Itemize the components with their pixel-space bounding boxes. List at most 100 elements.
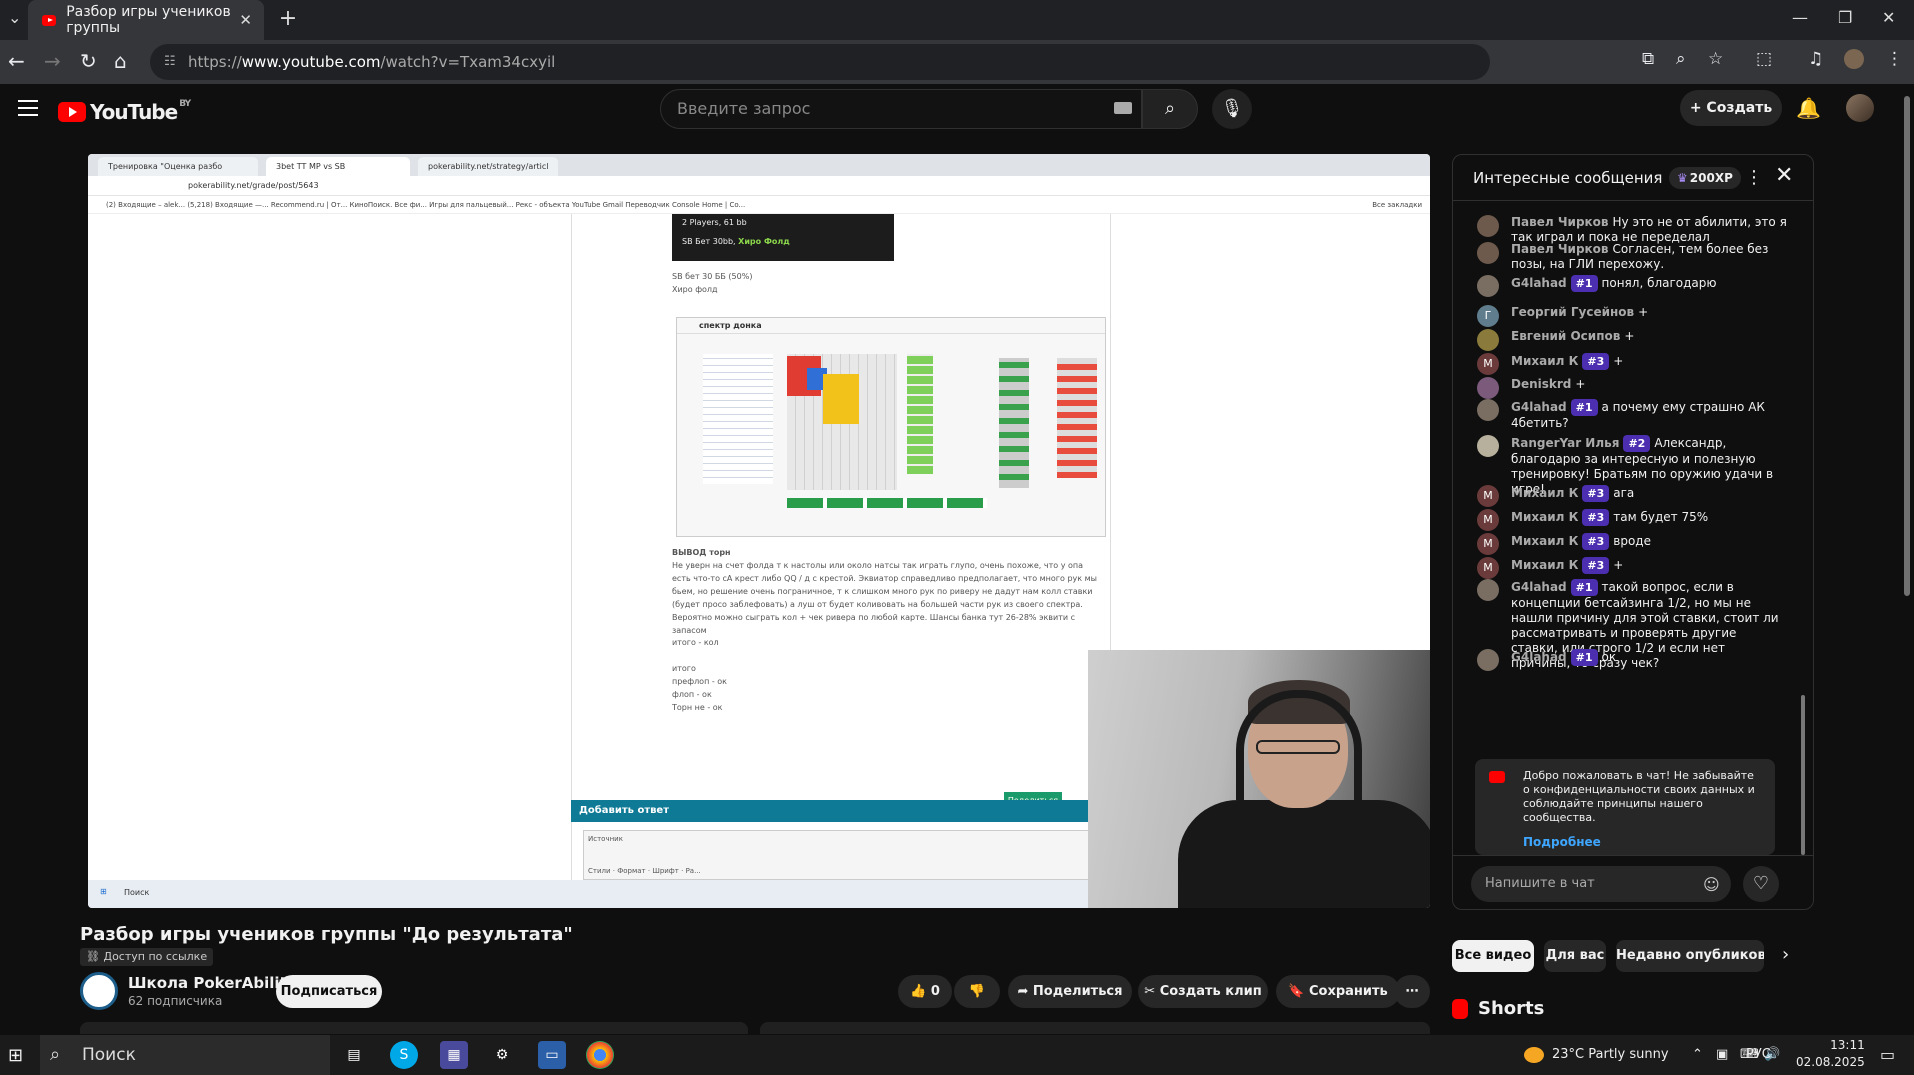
guide-menu-icon[interactable]: [18, 100, 38, 116]
chat-message[interactable]: G4lahad #1 а почему ему страшно АК 4бетить…: [1477, 399, 1787, 431]
chat-author-avatar[interactable]: [1477, 435, 1499, 457]
chat-message[interactable]: М Михаил К #3 ага: [1477, 485, 1787, 507]
chat-message[interactable]: G4lahad #1 ок: [1477, 649, 1787, 671]
chat-author-avatar[interactable]: М: [1477, 557, 1499, 579]
more-actions-button[interactable]: ⋯: [1394, 975, 1430, 1008]
windows-start-icon[interactable]: ⊞: [8, 1045, 23, 1066]
channel-avatar[interactable]: [80, 972, 118, 1010]
chat-menu-icon[interactable]: ⋮: [1745, 167, 1763, 188]
chat-author-avatar[interactable]: [1477, 215, 1499, 237]
notifications-bell-icon[interactable]: 🔔: [1796, 96, 1821, 120]
search-button[interactable]: ⌕: [1142, 89, 1198, 129]
chat-message[interactable]: М Михаил К #3 там будет 75%: [1477, 509, 1787, 531]
chat-author-avatar[interactable]: [1477, 242, 1499, 264]
filter-chip-for-you[interactable]: Для вас: [1544, 940, 1606, 972]
skype-icon[interactable]: S: [390, 1041, 418, 1069]
media-control-icon[interactable]: ♫: [1808, 49, 1823, 69]
chat-mode-dropdown[interactable]: Интересные сообщения ⌄: [1473, 169, 1680, 187]
close-tab-icon[interactable]: ✕: [239, 11, 252, 29]
chat-message[interactable]: М Михаил К #3 +: [1477, 353, 1787, 375]
chat-author-avatar[interactable]: М: [1477, 509, 1499, 531]
emoji-icon[interactable]: ☺: [1703, 875, 1720, 894]
language-indicator[interactable]: РУС: [1746, 1047, 1771, 1062]
youtube-logo[interactable]: YouTube BY: [58, 99, 191, 124]
remote-desktop-icon[interactable]: ▭: [538, 1041, 566, 1069]
chrome-icon[interactable]: [586, 1041, 614, 1069]
chat-scrollbar[interactable]: [1801, 695, 1805, 855]
share-button[interactable]: ➦ Поделиться: [1008, 975, 1132, 1008]
home-icon[interactable]: ⌂: [114, 49, 127, 73]
close-window-icon[interactable]: ✕: [1882, 8, 1895, 27]
notification-center-icon[interactable]: ▭: [1880, 1045, 1895, 1064]
chat-message[interactable]: G4lahad #1 понял, благодарю: [1477, 275, 1787, 297]
dislike-button[interactable]: 👎: [954, 975, 1000, 1008]
chat-input[interactable]: Напишите в чат: [1471, 866, 1731, 902]
tab-search-chevron-icon[interactable]: ⌄: [8, 8, 21, 27]
learn-more-link[interactable]: Подробнее: [1523, 835, 1763, 849]
chat-author-name[interactable]: RangerYar Илья: [1511, 436, 1619, 450]
chat-author-name[interactable]: G4lahad: [1511, 580, 1567, 594]
channel-name[interactable]: Школа PokerAbility: [128, 974, 297, 992]
create-clip-button[interactable]: ✂ Создать клип: [1138, 975, 1268, 1008]
chat-message[interactable]: Г Георгий Гусейнов +: [1477, 305, 1787, 327]
chat-message[interactable]: Deniskrd +: [1477, 377, 1787, 399]
chat-author-name[interactable]: Евгений Осипов: [1511, 329, 1620, 343]
weather-icon[interactable]: [1524, 1047, 1544, 1063]
zoom-icon[interactable]: ⌕: [1676, 49, 1686, 69]
chat-message[interactable]: Павел Чирков Ну это не от абилити, это я …: [1477, 215, 1787, 245]
profile-avatar[interactable]: [1844, 49, 1864, 69]
minimize-window-icon[interactable]: —: [1792, 8, 1808, 27]
taskbar-clock[interactable]: 13:11 02.08.2025: [1796, 1037, 1865, 1071]
chat-author-name[interactable]: Георгий Гусейнов: [1511, 305, 1634, 319]
reload-icon[interactable]: ↻: [80, 49, 97, 73]
back-icon[interactable]: ←: [8, 49, 25, 73]
address-bar[interactable]: ☷ https://www.youtube.com/watch?v=Txam34…: [150, 44, 1490, 80]
calculator-icon[interactable]: ▦: [440, 1041, 468, 1069]
create-button[interactable]: + Создать: [1680, 90, 1782, 126]
install-app-icon[interactable]: ⧉: [1642, 49, 1654, 69]
site-info-icon[interactable]: ☷: [164, 44, 176, 80]
like-button[interactable]: 👍 0: [898, 975, 952, 1008]
filter-chip-all[interactable]: Все видео: [1452, 940, 1534, 972]
steam-icon[interactable]: ⚙: [488, 1041, 516, 1069]
chat-message[interactable]: Павел Чирков Согласен, тем более без позы…: [1477, 242, 1787, 272]
chat-author-avatar[interactable]: [1477, 399, 1499, 421]
search-input[interactable]: Введите запрос: [660, 89, 1142, 129]
chat-close-icon[interactable]: ✕: [1775, 163, 1793, 188]
browser-tab-active[interactable]: Разбор игры учеников группы ✕: [28, 0, 264, 40]
task-view-icon[interactable]: ▤: [340, 1041, 368, 1069]
weather-text[interactable]: 23°C Partly sunny: [1552, 1047, 1669, 1062]
forward-icon[interactable]: →: [44, 49, 61, 73]
chat-author-avatar[interactable]: [1477, 275, 1499, 297]
tray-chevron-icon[interactable]: ⌃: [1692, 1047, 1703, 1062]
chat-author-name[interactable]: G4lahad: [1511, 400, 1567, 414]
chat-author-name[interactable]: G4lahad: [1511, 276, 1567, 290]
chat-author-name[interactable]: Михаил К: [1511, 558, 1578, 572]
restore-window-icon[interactable]: ❐: [1838, 8, 1852, 27]
chat-author-name[interactable]: G4lahad: [1511, 650, 1567, 664]
chat-author-name[interactable]: Михаил К: [1511, 510, 1578, 524]
voice-search-button[interactable]: 🎙: [1212, 89, 1252, 129]
account-avatar[interactable]: [1846, 94, 1874, 122]
video-player[interactable]: Тренировка "Оценка разбо 3bet TT MP vs S…: [88, 154, 1430, 908]
bookmark-star-icon[interactable]: ☆: [1708, 49, 1723, 69]
chat-author-name[interactable]: Михаил К: [1511, 486, 1578, 500]
chat-author-name[interactable]: Павел Чирков: [1511, 242, 1609, 256]
chat-message[interactable]: М Михаил К #3 +: [1477, 557, 1787, 579]
meet-icon[interactable]: ▣: [1716, 1047, 1728, 1062]
extensions-icon[interactable]: ⬚: [1756, 49, 1772, 69]
page-scrollbar[interactable]: [1904, 96, 1910, 596]
save-button[interactable]: 🔖 Сохранить: [1276, 975, 1400, 1008]
chat-author-name[interactable]: Павел Чирков: [1511, 215, 1609, 229]
heart-reaction-button[interactable]: ♡: [1743, 866, 1779, 902]
xp-badge[interactable]: ♛ 200XP: [1669, 167, 1741, 189]
chat-author-avatar[interactable]: [1477, 649, 1499, 671]
chat-author-avatar[interactable]: [1477, 329, 1499, 351]
chat-author-avatar[interactable]: [1477, 579, 1499, 601]
chat-author-avatar[interactable]: М: [1477, 533, 1499, 555]
chat-author-name[interactable]: Михаил К: [1511, 534, 1578, 548]
keyboard-icon[interactable]: [1114, 102, 1132, 114]
chrome-menu-icon[interactable]: ⋮: [1886, 49, 1903, 69]
subscribe-button[interactable]: Подписаться: [276, 975, 382, 1008]
chat-author-avatar[interactable]: М: [1477, 485, 1499, 507]
